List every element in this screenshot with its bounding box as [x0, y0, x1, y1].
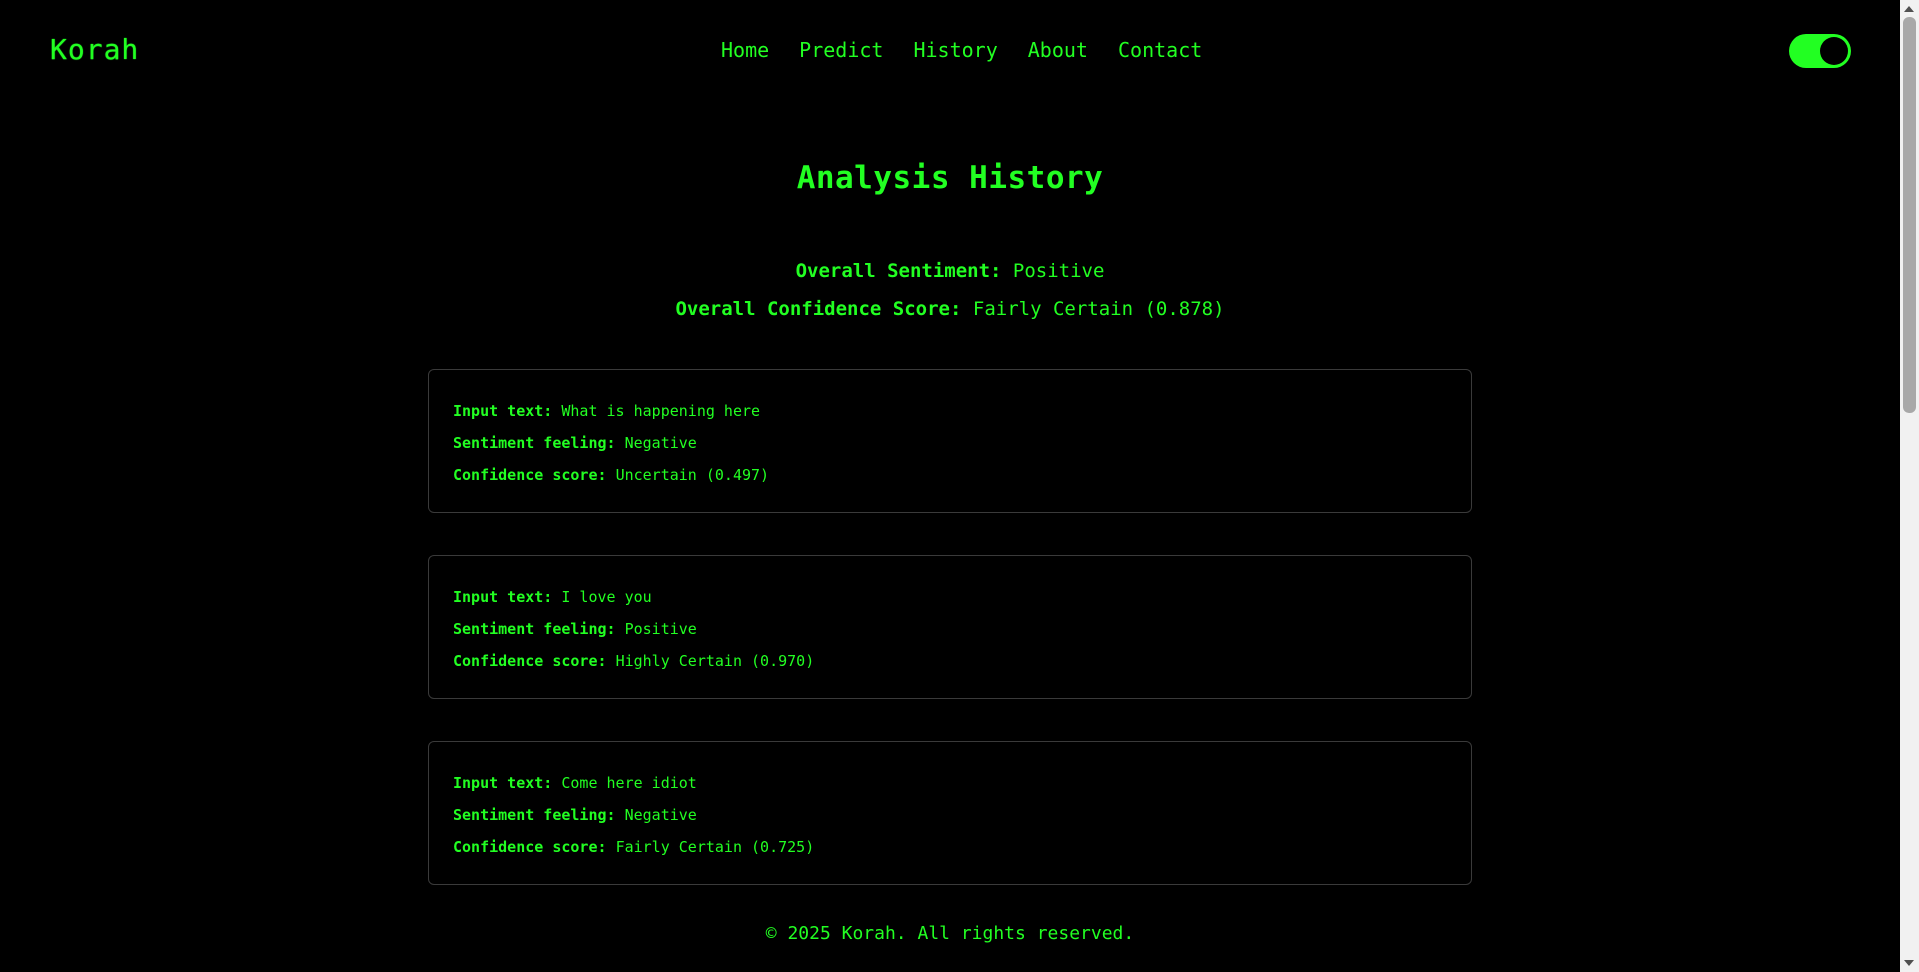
overall-confidence-value: Fairly Certain (0.878) — [972, 298, 1225, 320]
sentiment-value: Negative — [624, 434, 697, 452]
confidence-label: Confidence score: — [453, 466, 607, 484]
site-logo[interactable]: Korah — [50, 33, 139, 66]
input-text-row: Input text: What is happening here — [453, 400, 1447, 432]
site-header: Korah Home Predict History About Contact — [0, 0, 1900, 104]
sentiment-row: Sentiment feeling: Negative — [453, 432, 1447, 464]
input-text-label: Input text: — [453, 402, 553, 420]
overall-sentiment-label: Overall Sentiment: — [795, 260, 1002, 282]
sentiment-label: Sentiment feeling: — [453, 434, 616, 452]
input-text-value: I love you — [561, 588, 652, 606]
confidence-value: Highly Certain (0.970) — [615, 652, 815, 670]
scroll-up-arrow-icon[interactable] — [1904, 6, 1914, 12]
sentiment-value: Positive — [624, 620, 697, 638]
sentiment-row: Sentiment feeling: Positive — [453, 618, 1447, 650]
main-nav: Home Predict History About Contact — [721, 38, 1202, 62]
nav-history-link[interactable]: History — [913, 38, 997, 62]
overall-sentiment: Overall Sentiment: Positive — [0, 260, 1900, 282]
confidence-row: Confidence score: Fairly Certain (0.725) — [453, 836, 1447, 868]
confidence-row: Confidence score: Uncertain (0.497) — [453, 464, 1447, 496]
scroll-down-arrow-icon[interactable] — [1904, 960, 1914, 966]
overall-confidence-label: Overall Confidence Score: — [675, 298, 962, 320]
overall-confidence: Overall Confidence Score: Fairly Certain… — [0, 298, 1900, 320]
input-text-row: Input text: Come here idiot — [453, 772, 1447, 804]
nav-home-link[interactable]: Home — [721, 38, 769, 62]
input-text-label: Input text: — [453, 588, 553, 606]
confidence-row: Confidence score: Highly Certain (0.970) — [453, 650, 1447, 682]
sentiment-row: Sentiment feeling: Negative — [453, 804, 1447, 836]
toggle-knob — [1820, 37, 1848, 65]
confidence-value: Fairly Certain (0.725) — [615, 838, 815, 856]
page-scrollbar[interactable] — [1900, 0, 1919, 972]
input-text-row: Input text: I love you — [453, 586, 1447, 618]
footer-copyright: © 2025 Korah. All rights reserved. — [765, 923, 1135, 944]
nav-contact-link[interactable]: Contact — [1118, 38, 1202, 62]
sentiment-value: Negative — [624, 806, 697, 824]
input-text-label: Input text: — [453, 774, 553, 792]
input-text-value: What is happening here — [561, 402, 761, 420]
theme-toggle[interactable] — [1789, 34, 1851, 68]
sentiment-label: Sentiment feeling: — [453, 806, 616, 824]
overall-sentiment-value: Positive — [1012, 260, 1105, 282]
confidence-label: Confidence score: — [453, 652, 607, 670]
confidence-value: Uncertain (0.497) — [615, 466, 770, 484]
history-card: Input text: What is happening here Senti… — [428, 369, 1472, 513]
page-title: Analysis History — [796, 160, 1104, 196]
nav-predict-link[interactable]: Predict — [799, 38, 883, 62]
history-card: Input text: Come here idiot Sentiment fe… — [428, 741, 1472, 885]
sentiment-label: Sentiment feeling: — [453, 620, 616, 638]
scrollbar-thumb[interactable] — [1903, 17, 1916, 413]
history-card: Input text: I love you Sentiment feeling… — [428, 555, 1472, 699]
nav-about-link[interactable]: About — [1028, 38, 1088, 62]
input-text-value: Come here idiot — [561, 774, 697, 792]
confidence-label: Confidence score: — [453, 838, 607, 856]
